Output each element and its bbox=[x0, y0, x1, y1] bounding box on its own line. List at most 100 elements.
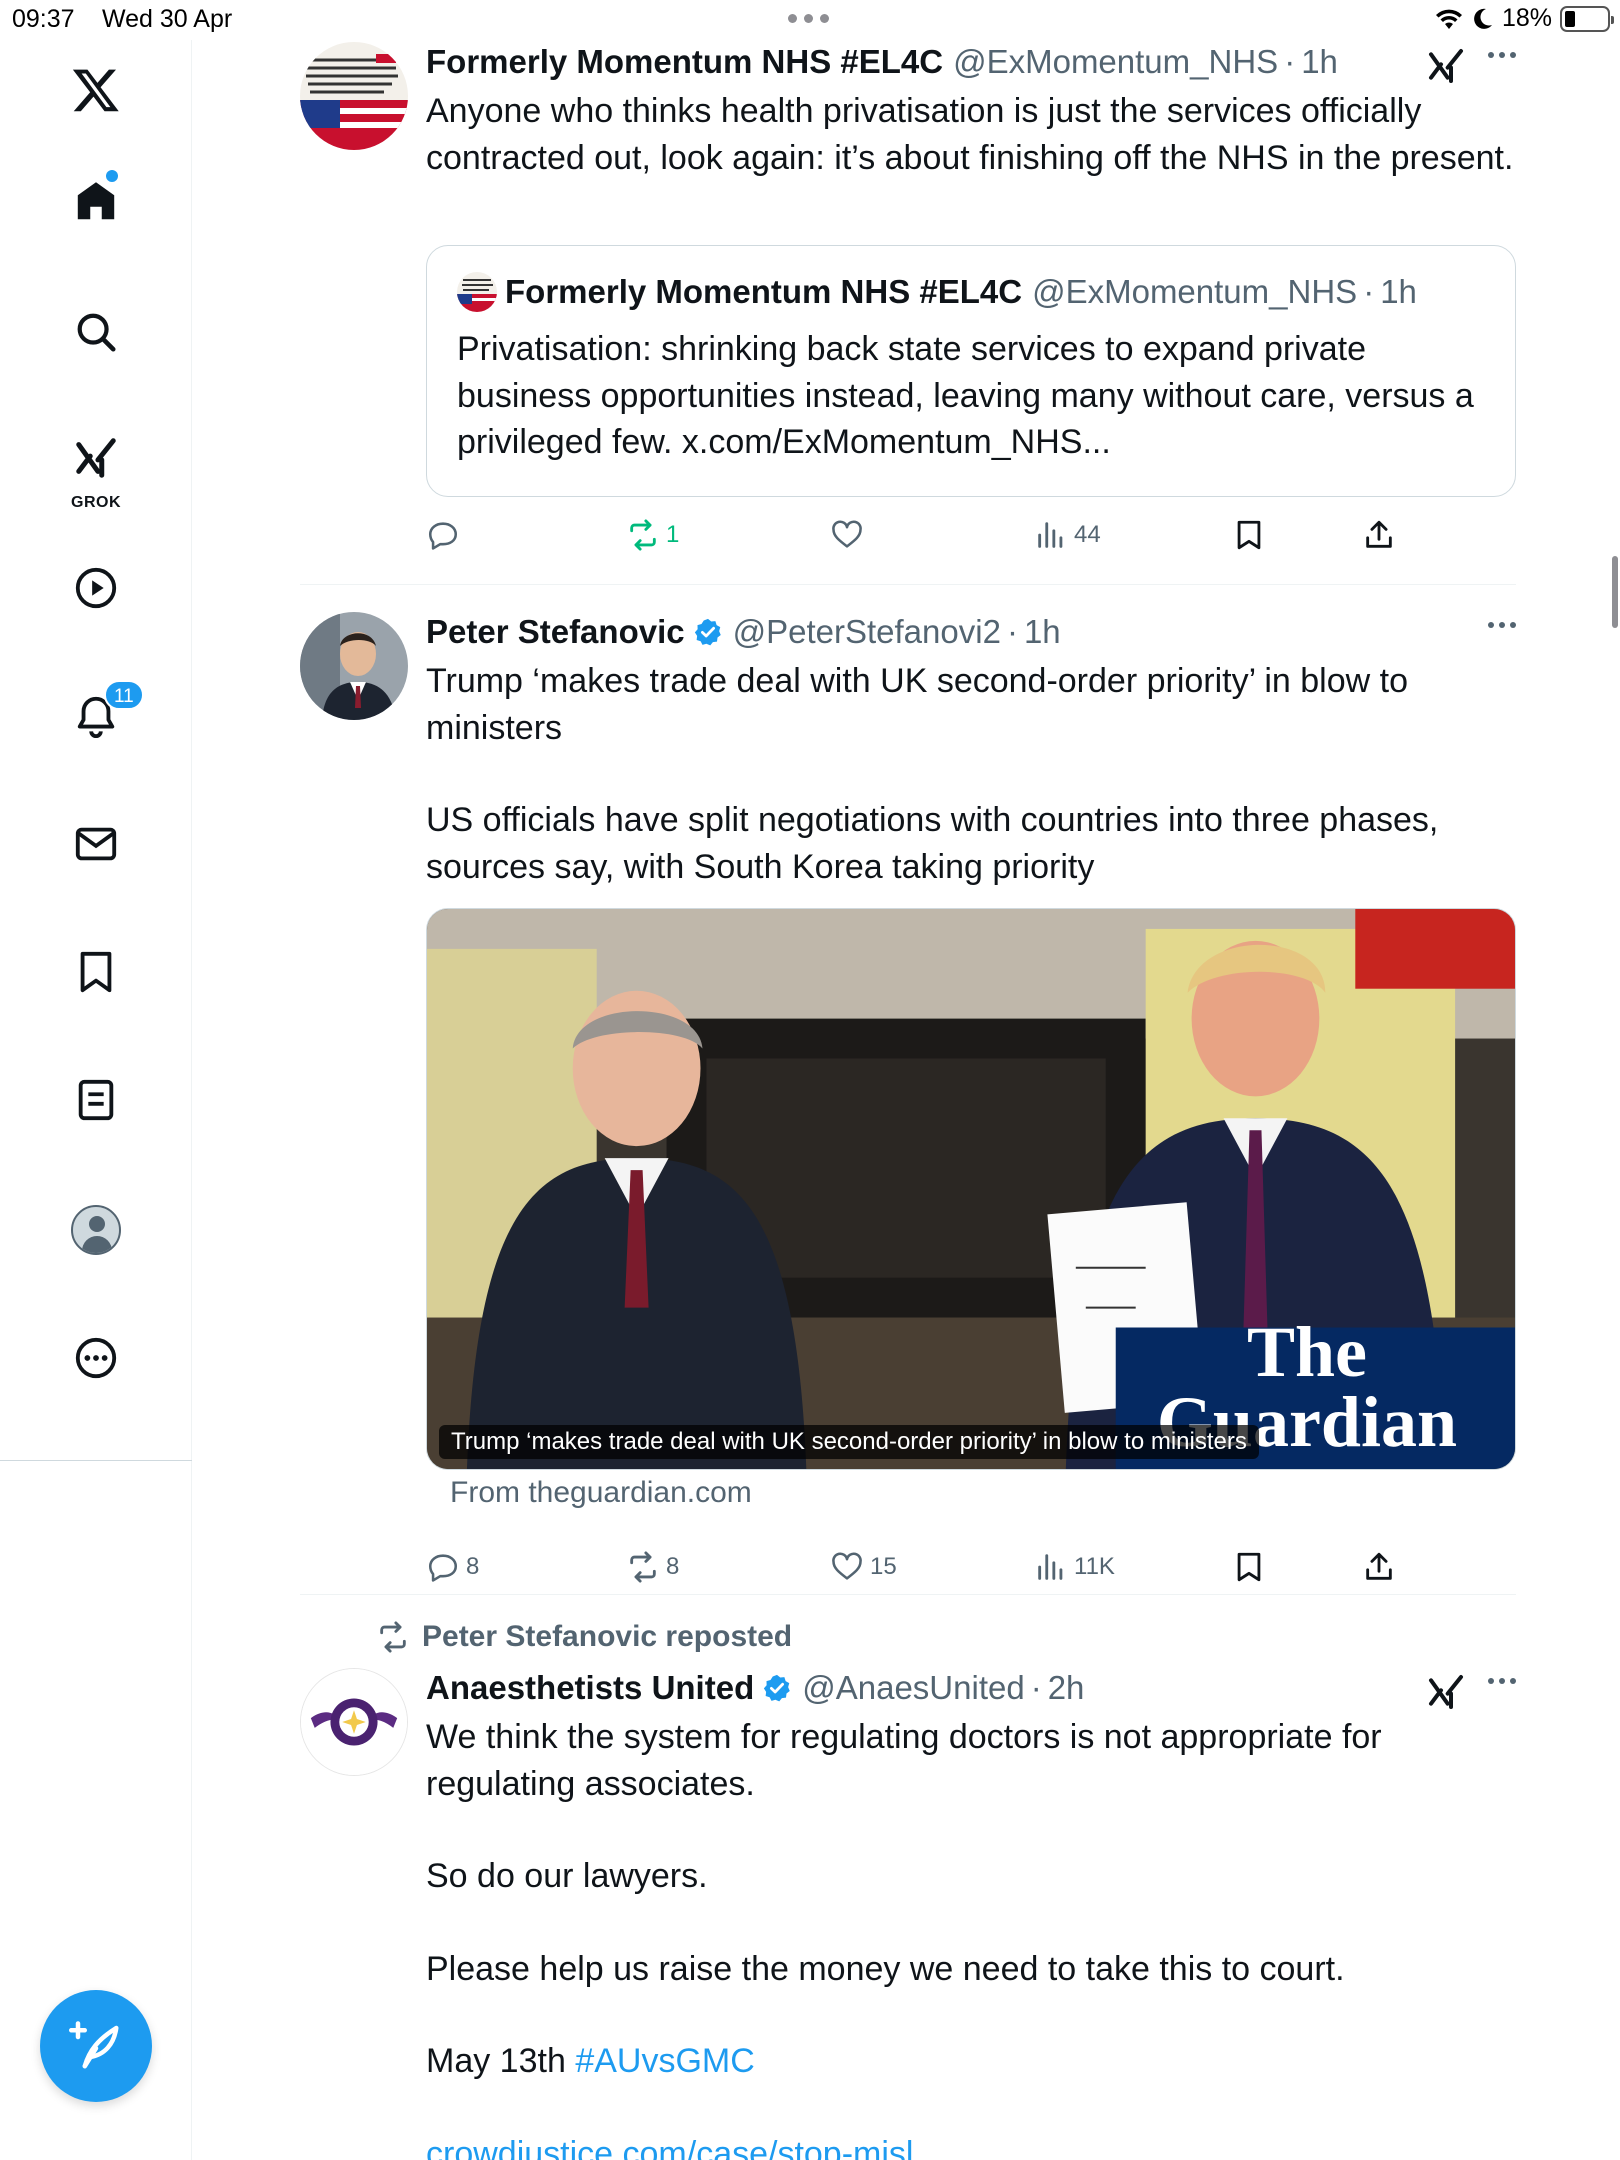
views-button[interactable]: 44 bbox=[1034, 518, 1101, 552]
tweet-divider bbox=[300, 1594, 1516, 1595]
separator-dot: · bbox=[1006, 613, 1018, 650]
more-options-icon[interactable] bbox=[1488, 1678, 1516, 1684]
author-name[interactable]: Anaesthetists United bbox=[426, 1669, 754, 1707]
sidebar-item-grok[interactable]: GROK bbox=[56, 422, 136, 514]
author-handle[interactable]: @AnaesUnited bbox=[802, 1669, 1024, 1707]
repost-count: 8 bbox=[666, 1553, 680, 1580]
sidebar: GROK 11 bbox=[0, 40, 192, 2160]
moon-icon bbox=[1474, 8, 1492, 29]
sidebar-item-lists[interactable] bbox=[56, 1060, 136, 1140]
bookmark-button[interactable] bbox=[1232, 1550, 1266, 1584]
quoted-author-handle: @ExMomentum_NHS bbox=[1032, 273, 1358, 310]
share-button[interactable] bbox=[1362, 1550, 1396, 1584]
wifi-icon bbox=[1435, 9, 1462, 29]
separator-dot: · bbox=[1030, 1669, 1042, 1706]
more-options-icon[interactable] bbox=[1488, 622, 1516, 628]
grok-explain-icon[interactable] bbox=[1426, 1672, 1466, 1712]
quoted-post-time: 1h bbox=[1380, 273, 1417, 310]
verified-badge-icon bbox=[694, 618, 721, 646]
sidebar-item-explore[interactable] bbox=[56, 292, 136, 372]
views-button[interactable]: 11K bbox=[1034, 1550, 1115, 1584]
feather-plus-icon bbox=[69, 2021, 119, 2069]
sidebar-item-messages[interactable] bbox=[56, 804, 136, 884]
profile-photo bbox=[300, 612, 408, 720]
tweet[interactable]: Formerly Momentum NHS #EL4C @ExMomentum_… bbox=[300, 42, 1516, 572]
link-card[interactable]: The Guardian Trump ‘makes trade deal wit… bbox=[426, 908, 1516, 1470]
grok-icon bbox=[76, 438, 116, 478]
reply-button[interactable]: 8 bbox=[426, 1550, 479, 1584]
reply-icon bbox=[428, 1554, 458, 1582]
grok-label: GROK bbox=[71, 494, 121, 511]
author-handle[interactable]: @PeterStefanovi2 bbox=[733, 613, 1001, 651]
tweet-text: Trump ‘makes trade deal with UK second-o… bbox=[426, 662, 1439, 886]
sidebar-item-video[interactable] bbox=[56, 548, 136, 628]
author-name[interactable]: Formerly Momentum NHS #EL4C bbox=[426, 43, 943, 81]
post-time[interactable]: 2h bbox=[1048, 1669, 1085, 1707]
grok-explain-icon[interactable] bbox=[1426, 46, 1466, 86]
play-icon bbox=[75, 567, 117, 609]
x-logo-icon bbox=[72, 69, 119, 112]
sidebar-item-profile[interactable] bbox=[56, 1190, 136, 1270]
search-icon bbox=[77, 313, 116, 352]
sidebar-item-notifications[interactable]: 11 bbox=[56, 676, 144, 756]
hashtag-link[interactable]: #AUvsGMC bbox=[575, 2042, 754, 2080]
tweet-divider bbox=[300, 584, 1516, 585]
repost-button[interactable]: 8 bbox=[626, 1550, 679, 1584]
sidebar-item-bookmarks[interactable] bbox=[56, 932, 136, 1012]
status-bar: 09:37 Wed 30 Apr 18% bbox=[0, 0, 1620, 40]
heart-icon bbox=[832, 1552, 862, 1580]
flags-avatar-image bbox=[300, 42, 408, 150]
share-button[interactable] bbox=[1362, 518, 1396, 552]
tweet-text: We think the system for regulating docto… bbox=[426, 1714, 1516, 2160]
repost-icon bbox=[380, 1621, 406, 1653]
card-title: Trump ‘makes trade deal with UK second-o… bbox=[439, 1425, 1259, 1459]
author-avatar[interactable] bbox=[300, 612, 408, 720]
quoted-tweet-text: Privatisation: shrinking back state serv… bbox=[457, 330, 1474, 461]
reply-icon bbox=[428, 522, 458, 550]
author-handle[interactable]: @ExMomentum_NHS bbox=[953, 43, 1278, 81]
views-chart-icon bbox=[1038, 522, 1063, 548]
repost-context[interactable]: Peter Stefanovic reposted bbox=[300, 1620, 792, 1654]
external-link[interactable]: crowdjustice.com/case/stop-misl bbox=[426, 2135, 913, 2160]
bookmark-icon bbox=[80, 951, 112, 993]
quoted-tweet[interactable]: Formerly Momentum NHS #EL4C @ExMomentum_… bbox=[426, 245, 1516, 497]
author-avatar[interactable] bbox=[300, 42, 408, 150]
envelope-icon bbox=[75, 827, 117, 861]
verified-badge-icon bbox=[764, 1674, 790, 1702]
repost-icon bbox=[630, 519, 656, 551]
share-icon bbox=[1366, 520, 1392, 548]
profile-avatar-icon bbox=[71, 1205, 121, 1255]
like-button[interactable] bbox=[830, 518, 870, 552]
like-count: 15 bbox=[870, 1553, 897, 1580]
home-icon bbox=[77, 182, 115, 220]
separator-dot: · bbox=[1363, 273, 1375, 310]
like-button[interactable]: 15 bbox=[830, 1550, 897, 1584]
tweet[interactable]: Peter Stefanovic @PeterStefanovi2 · 1h T… bbox=[300, 612, 1516, 1583]
sidebar-item-home[interactable] bbox=[56, 162, 136, 242]
separator-dot: · bbox=[1284, 43, 1296, 80]
tweet[interactable]: Peter Stefanovic reposted Anaesthetists … bbox=[300, 1620, 1516, 2160]
anaesthetists-united-logo bbox=[301, 1669, 407, 1775]
compose-post-button[interactable] bbox=[40, 1990, 152, 2102]
quoted-author-name: Formerly Momentum NHS #EL4C bbox=[505, 273, 1023, 310]
author-name[interactable]: Peter Stefanovic bbox=[426, 613, 685, 651]
more-options-icon[interactable] bbox=[1488, 52, 1516, 58]
repost-count: 1 bbox=[666, 521, 680, 548]
reposted-by-label: Peter Stefanovic reposted bbox=[422, 1620, 793, 1653]
battery-icon bbox=[1560, 5, 1614, 32]
sidebar-divider bbox=[0, 1460, 192, 1461]
post-time[interactable]: 1h bbox=[1024, 613, 1061, 651]
multitasking-dots[interactable] bbox=[788, 14, 829, 23]
repost-icon bbox=[630, 1551, 656, 1583]
bookmark-button[interactable] bbox=[1232, 518, 1266, 552]
x-logo[interactable] bbox=[56, 50, 136, 130]
sidebar-item-more[interactable] bbox=[56, 1318, 136, 1398]
post-time[interactable]: 1h bbox=[1301, 43, 1338, 81]
status-date: Wed 30 Apr bbox=[102, 5, 233, 33]
scrollbar[interactable] bbox=[1612, 556, 1618, 628]
list-icon bbox=[78, 1079, 114, 1121]
reply-button[interactable] bbox=[426, 518, 466, 552]
author-avatar[interactable] bbox=[300, 1668, 408, 1776]
repost-button[interactable]: 1 bbox=[626, 518, 679, 552]
card-source[interactable]: From theguardian.com bbox=[450, 1476, 752, 1510]
